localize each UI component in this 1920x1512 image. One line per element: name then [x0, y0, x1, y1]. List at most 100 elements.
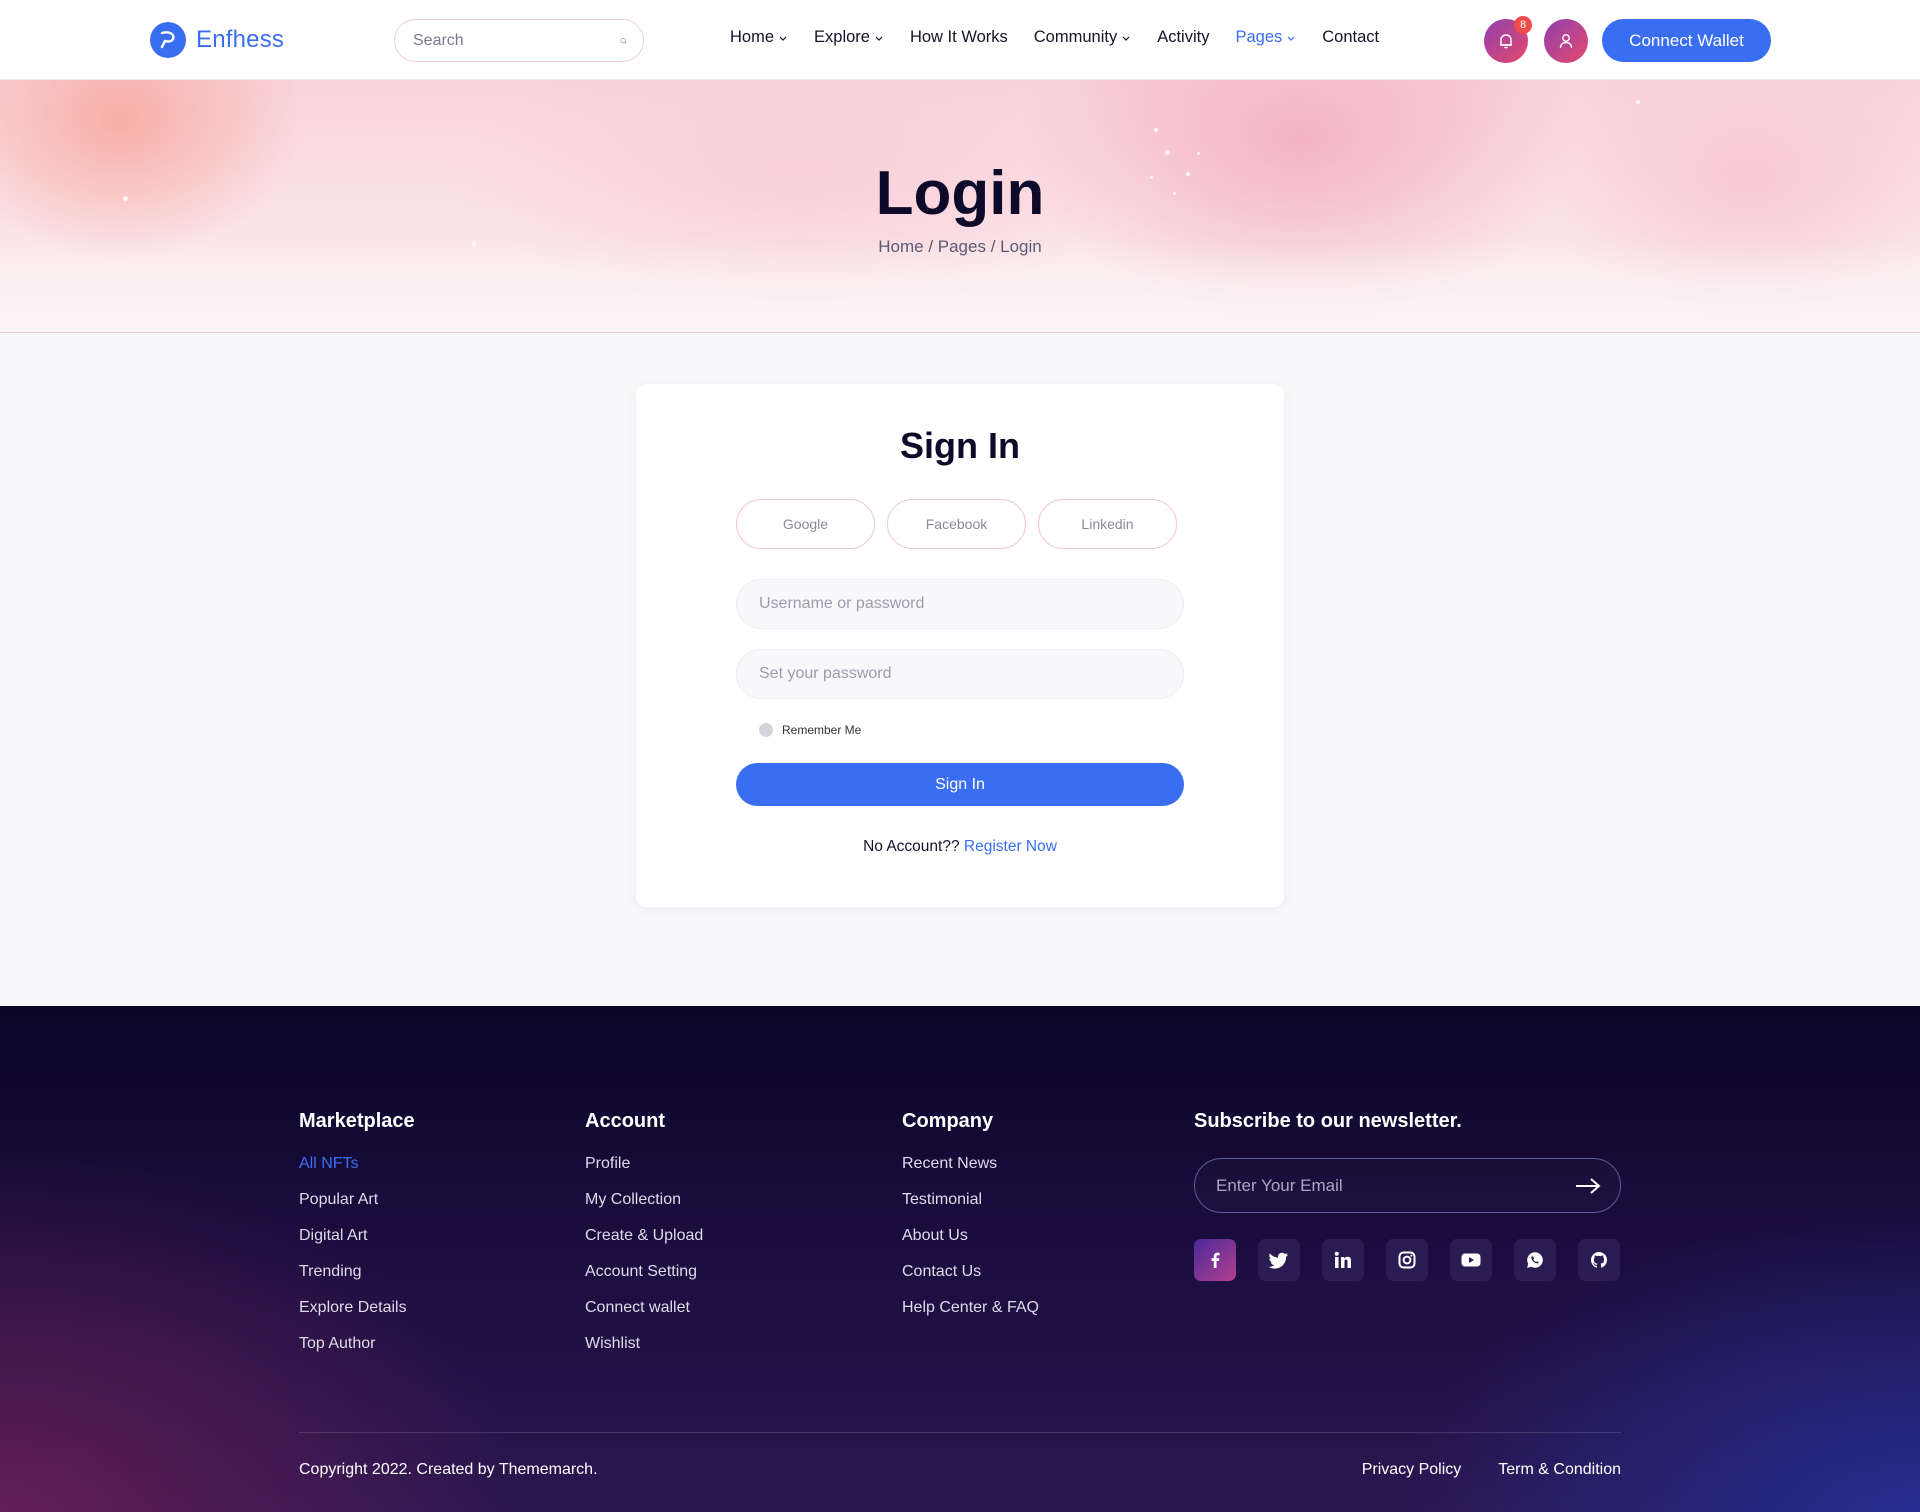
connect-wallet-button[interactable]: Connect Wallet: [1602, 19, 1771, 62]
footer-link[interactable]: Connect wallet: [585, 1298, 703, 1317]
facebook-link[interactable]: [1194, 1239, 1236, 1281]
register-row: No Account?? Register Now: [636, 838, 1284, 856]
instagram-icon: [1398, 1251, 1416, 1269]
main-nav: Home Explore How It Works Community Acti…: [730, 28, 1379, 47]
nav-how-it-works-label: How It Works: [909, 28, 1008, 46]
search-box[interactable]: [394, 19, 644, 62]
chevron-down-icon: [779, 36, 787, 41]
brand-logo[interactable]: Enfhess: [150, 22, 284, 58]
twitter-icon: [1269, 1252, 1288, 1269]
footer-link[interactable]: My Collection: [585, 1190, 703, 1209]
newsletter-email-input[interactable]: [1216, 1175, 1572, 1196]
nav-home-label: Home: [730, 28, 775, 46]
password-field[interactable]: [736, 649, 1184, 699]
site-header: Enfhess Home Explore How It Works Commun…: [0, 0, 1920, 80]
bell-icon: [1500, 34, 1512, 49]
sparkle-dot: [1154, 128, 1158, 132]
twitter-link[interactable]: [1258, 1239, 1300, 1281]
footer-link[interactable]: Account Setting: [585, 1262, 703, 1281]
facebook-login-button[interactable]: Facebook: [887, 499, 1026, 549]
footer-column-company: Company Recent News Testimonial About Us…: [902, 1110, 1039, 1334]
social-links: [1194, 1239, 1620, 1281]
page-hero: Login Home / Pages / Login: [0, 80, 1920, 333]
chevron-down-icon: [875, 36, 883, 41]
remember-me[interactable]: Remember Me: [759, 723, 861, 737]
remember-me-radio[interactable]: [759, 723, 773, 737]
search-icon[interactable]: [620, 32, 627, 50]
notification-badge: 8: [1514, 16, 1532, 34]
nav-community[interactable]: Community: [1034, 28, 1131, 47]
username-field[interactable]: [736, 579, 1184, 629]
username-input[interactable]: [759, 595, 1161, 613]
privacy-policy-link[interactable]: Privacy Policy: [1362, 1461, 1462, 1479]
linkedin-login-button[interactable]: Linkedin: [1038, 499, 1177, 549]
main-content: Sign In Google Facebook Linkedin Remembe…: [0, 334, 1920, 1006]
footer-heading: Marketplace: [299, 1110, 415, 1132]
nav-explore-label: Explore: [814, 28, 870, 46]
nav-activity[interactable]: Activity: [1157, 28, 1209, 47]
footer-link[interactable]: Wishlist: [585, 1334, 703, 1353]
footer-link[interactable]: Popular Art: [299, 1190, 415, 1209]
footer-link[interactable]: About Us: [902, 1226, 1039, 1245]
youtube-icon: [1461, 1253, 1481, 1267]
remember-me-label: Remember Me: [782, 723, 862, 737]
footer-link[interactable]: Testimonial: [902, 1190, 1039, 1209]
profile-button[interactable]: [1544, 19, 1588, 63]
footer-link[interactable]: All NFTs: [299, 1154, 415, 1173]
logo-icon: [150, 22, 186, 58]
linkedin-icon: [1334, 1251, 1351, 1268]
notifications-button[interactable]: 8: [1484, 16, 1532, 63]
footer-link[interactable]: Help Center & FAQ: [902, 1298, 1039, 1317]
sign-in-button[interactable]: Sign In: [736, 763, 1184, 806]
terms-link[interactable]: Term & Condition: [1498, 1461, 1621, 1479]
sparkle-dot: [1636, 100, 1640, 104]
footer-link[interactable]: Trending: [299, 1262, 415, 1281]
nav-explore[interactable]: Explore: [814, 28, 884, 47]
social-login-row: Google Facebook Linkedin: [736, 499, 1177, 549]
nav-home[interactable]: Home: [730, 28, 788, 47]
login-title: Sign In: [900, 425, 1020, 466]
whatsapp-link[interactable]: [1514, 1239, 1556, 1281]
subscribe-button[interactable]: [1572, 1170, 1604, 1202]
breadcrumb[interactable]: Home / Pages / Login: [0, 237, 1920, 257]
arrow-right-icon: [1576, 1177, 1601, 1194]
facebook-icon: [1211, 1252, 1220, 1268]
register-now-link[interactable]: Register Now: [964, 838, 1057, 855]
search-input[interactable]: [413, 31, 620, 50]
github-icon: [1591, 1252, 1607, 1268]
nav-contact[interactable]: Contact: [1322, 28, 1379, 47]
no-account-text: No Account??: [863, 838, 960, 855]
chevron-down-icon: [1287, 36, 1295, 41]
google-login-button[interactable]: Google: [736, 499, 875, 549]
brand-name: Enfhess: [196, 26, 285, 53]
sparkle-dot: [1197, 152, 1200, 155]
nav-community-label: Community: [1033, 28, 1118, 46]
footer-link[interactable]: Profile: [585, 1154, 703, 1173]
sparkle-dot: [1165, 150, 1170, 155]
nav-pages-label: Pages: [1235, 28, 1283, 46]
newsletter-email-box[interactable]: [1194, 1158, 1621, 1213]
nav-pages[interactable]: Pages: [1235, 28, 1296, 47]
legal-links: Privacy Policy Term & Condition: [1362, 1461, 1621, 1479]
site-footer: Marketplace All NFTs Popular Art Digital…: [0, 1006, 1920, 1512]
footer-link[interactable]: Digital Art: [299, 1226, 415, 1245]
instagram-link[interactable]: [1386, 1239, 1428, 1281]
login-card: Sign In Google Facebook Linkedin Remembe…: [636, 384, 1284, 907]
nav-how-it-works[interactable]: How It Works: [910, 28, 1008, 47]
footer-link[interactable]: Create & Upload: [585, 1226, 703, 1245]
nav-contact-label: Contact: [1322, 28, 1380, 46]
footer-column-account: Account Profile My Collection Create & U…: [585, 1110, 703, 1370]
youtube-link[interactable]: [1450, 1239, 1492, 1281]
github-link[interactable]: [1578, 1239, 1620, 1281]
whatsapp-icon: [1527, 1252, 1543, 1268]
footer-link[interactable]: Top Author: [299, 1334, 415, 1353]
footer-heading: Account: [585, 1110, 665, 1132]
footer-newsletter: Subscribe to our newsletter.: [1194, 1110, 1462, 1154]
footer-heading: Company: [902, 1110, 994, 1132]
chevron-down-icon: [1122, 36, 1130, 41]
footer-link[interactable]: Recent News: [902, 1154, 1039, 1173]
password-input[interactable]: [759, 665, 1161, 683]
footer-link[interactable]: Contact Us: [902, 1262, 1039, 1281]
footer-link[interactable]: Explore Details: [299, 1298, 415, 1317]
linkedin-link[interactable]: [1322, 1239, 1364, 1281]
